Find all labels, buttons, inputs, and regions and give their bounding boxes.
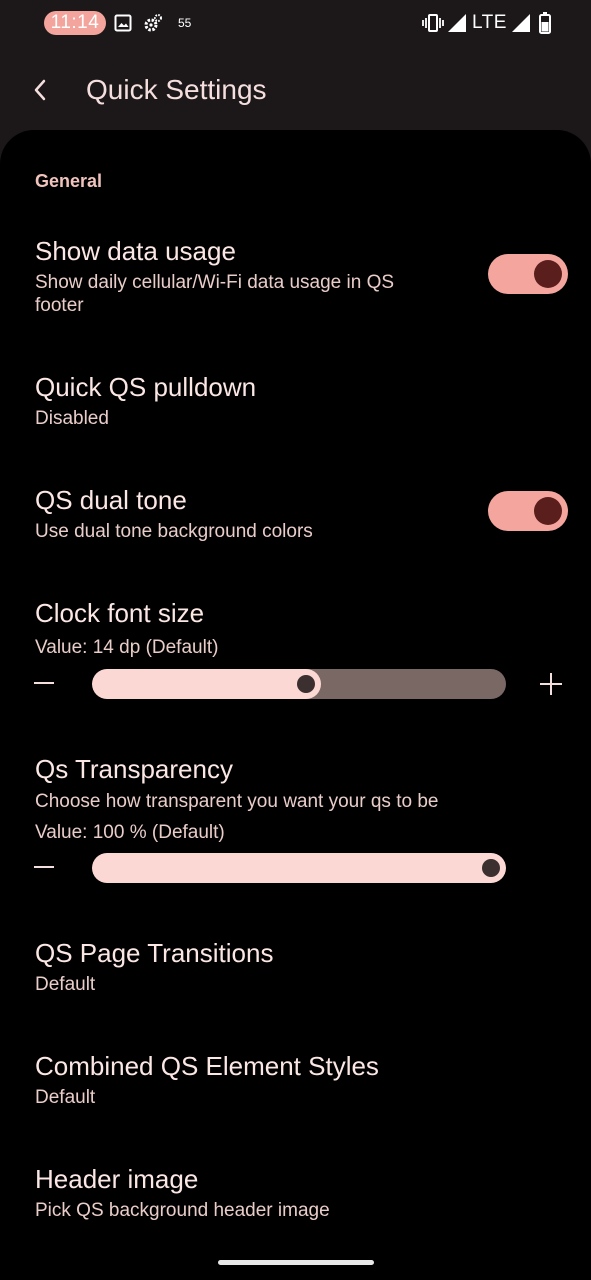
chevron-left-icon [34, 79, 46, 101]
app-bar: Quick Settings [0, 48, 591, 132]
pref-qs-transparency: Qs Transparency Choose how transparent y… [0, 746, 591, 896]
clock-font-slider-row [0, 669, 591, 699]
transparency-slider-row [0, 853, 591, 883]
settings-gear-icon [144, 14, 162, 32]
pref-combined-element-styles[interactable]: Combined QS Element Styles Default [0, 1043, 591, 1123]
pref-quick-pulldown[interactable]: Quick QS pulldown Disabled [0, 364, 591, 444]
pref-subtitle: Default [35, 974, 96, 995]
pref-title: QS Page Transitions [35, 938, 274, 968]
gallery-icon [114, 14, 132, 32]
pref-qs-page-transitions[interactable]: QS Page Transitions Default [0, 930, 591, 1010]
status-time: 11:14 [44, 11, 106, 35]
slider-value-text: Value: 100 % (Default) [35, 822, 225, 843]
pref-clock-font-size: Clock font size Value: 14 dp (Default) [0, 590, 591, 710]
toggle-thumb [534, 260, 562, 288]
gesture-navigation-bar[interactable] [218, 1260, 374, 1265]
toggle-thumb [534, 497, 562, 525]
decrease-button[interactable] [34, 682, 54, 684]
back-button[interactable] [22, 72, 58, 108]
settings-list[interactable]: General Show data usage Show daily cellu… [0, 130, 591, 1280]
pref-qs-dual-tone[interactable]: QS dual tone Use dual tone background co… [0, 477, 591, 557]
pref-header-image[interactable]: Header image Pick QS background header i… [0, 1156, 591, 1236]
transparency-slider[interactable] [92, 853, 506, 883]
pref-title: Clock font size [35, 598, 205, 628]
signal-icon [448, 14, 466, 32]
vibrate-icon [422, 14, 444, 32]
pref-title: Combined QS Element Styles [35, 1051, 379, 1081]
slider-handle[interactable] [297, 675, 315, 693]
dual-tone-toggle[interactable] [488, 491, 568, 531]
pref-title: Show data usage [35, 236, 236, 266]
section-header-general: General [35, 171, 103, 191]
screen: 11:14 55 LTE Quick Settings General Show… [0, 0, 591, 1280]
page-title: Quick Settings [86, 74, 267, 105]
pref-title: Qs Transparency [35, 754, 233, 784]
pref-title: Quick QS pulldown [35, 372, 257, 402]
slider-fill [92, 853, 506, 883]
increase-button[interactable] [540, 673, 562, 695]
network-type: LTE [472, 12, 507, 33]
battery-icon [539, 12, 551, 34]
signal-icon [512, 14, 530, 32]
clock-font-slider[interactable] [92, 669, 506, 699]
pref-title: QS dual tone [35, 485, 187, 515]
pref-subtitle: Disabled [35, 408, 109, 429]
slider-handle[interactable] [482, 859, 500, 877]
pref-title: Header image [35, 1164, 199, 1194]
pref-subtitle: Use dual tone background colors [35, 521, 313, 542]
pref-subtitle: Show daily cellular/Wi-Fi data usage in … [35, 272, 395, 316]
slider-fill [92, 669, 321, 699]
notification-count: 55 [178, 16, 192, 30]
data-usage-toggle[interactable] [488, 254, 568, 294]
pref-subtitle: Default [35, 1087, 96, 1108]
pref-subtitle: Pick QS background header image [35, 1200, 330, 1221]
decrease-button[interactable] [34, 866, 54, 868]
status-bar: 11:14 55 LTE [0, 0, 591, 48]
slider-value-text: Value: 14 dp (Default) [35, 637, 219, 658]
pref-subtitle: Choose how transparent you want your qs … [35, 791, 439, 812]
pref-show-data-usage[interactable]: Show data usage Show daily cellular/Wi-F… [0, 228, 591, 328]
